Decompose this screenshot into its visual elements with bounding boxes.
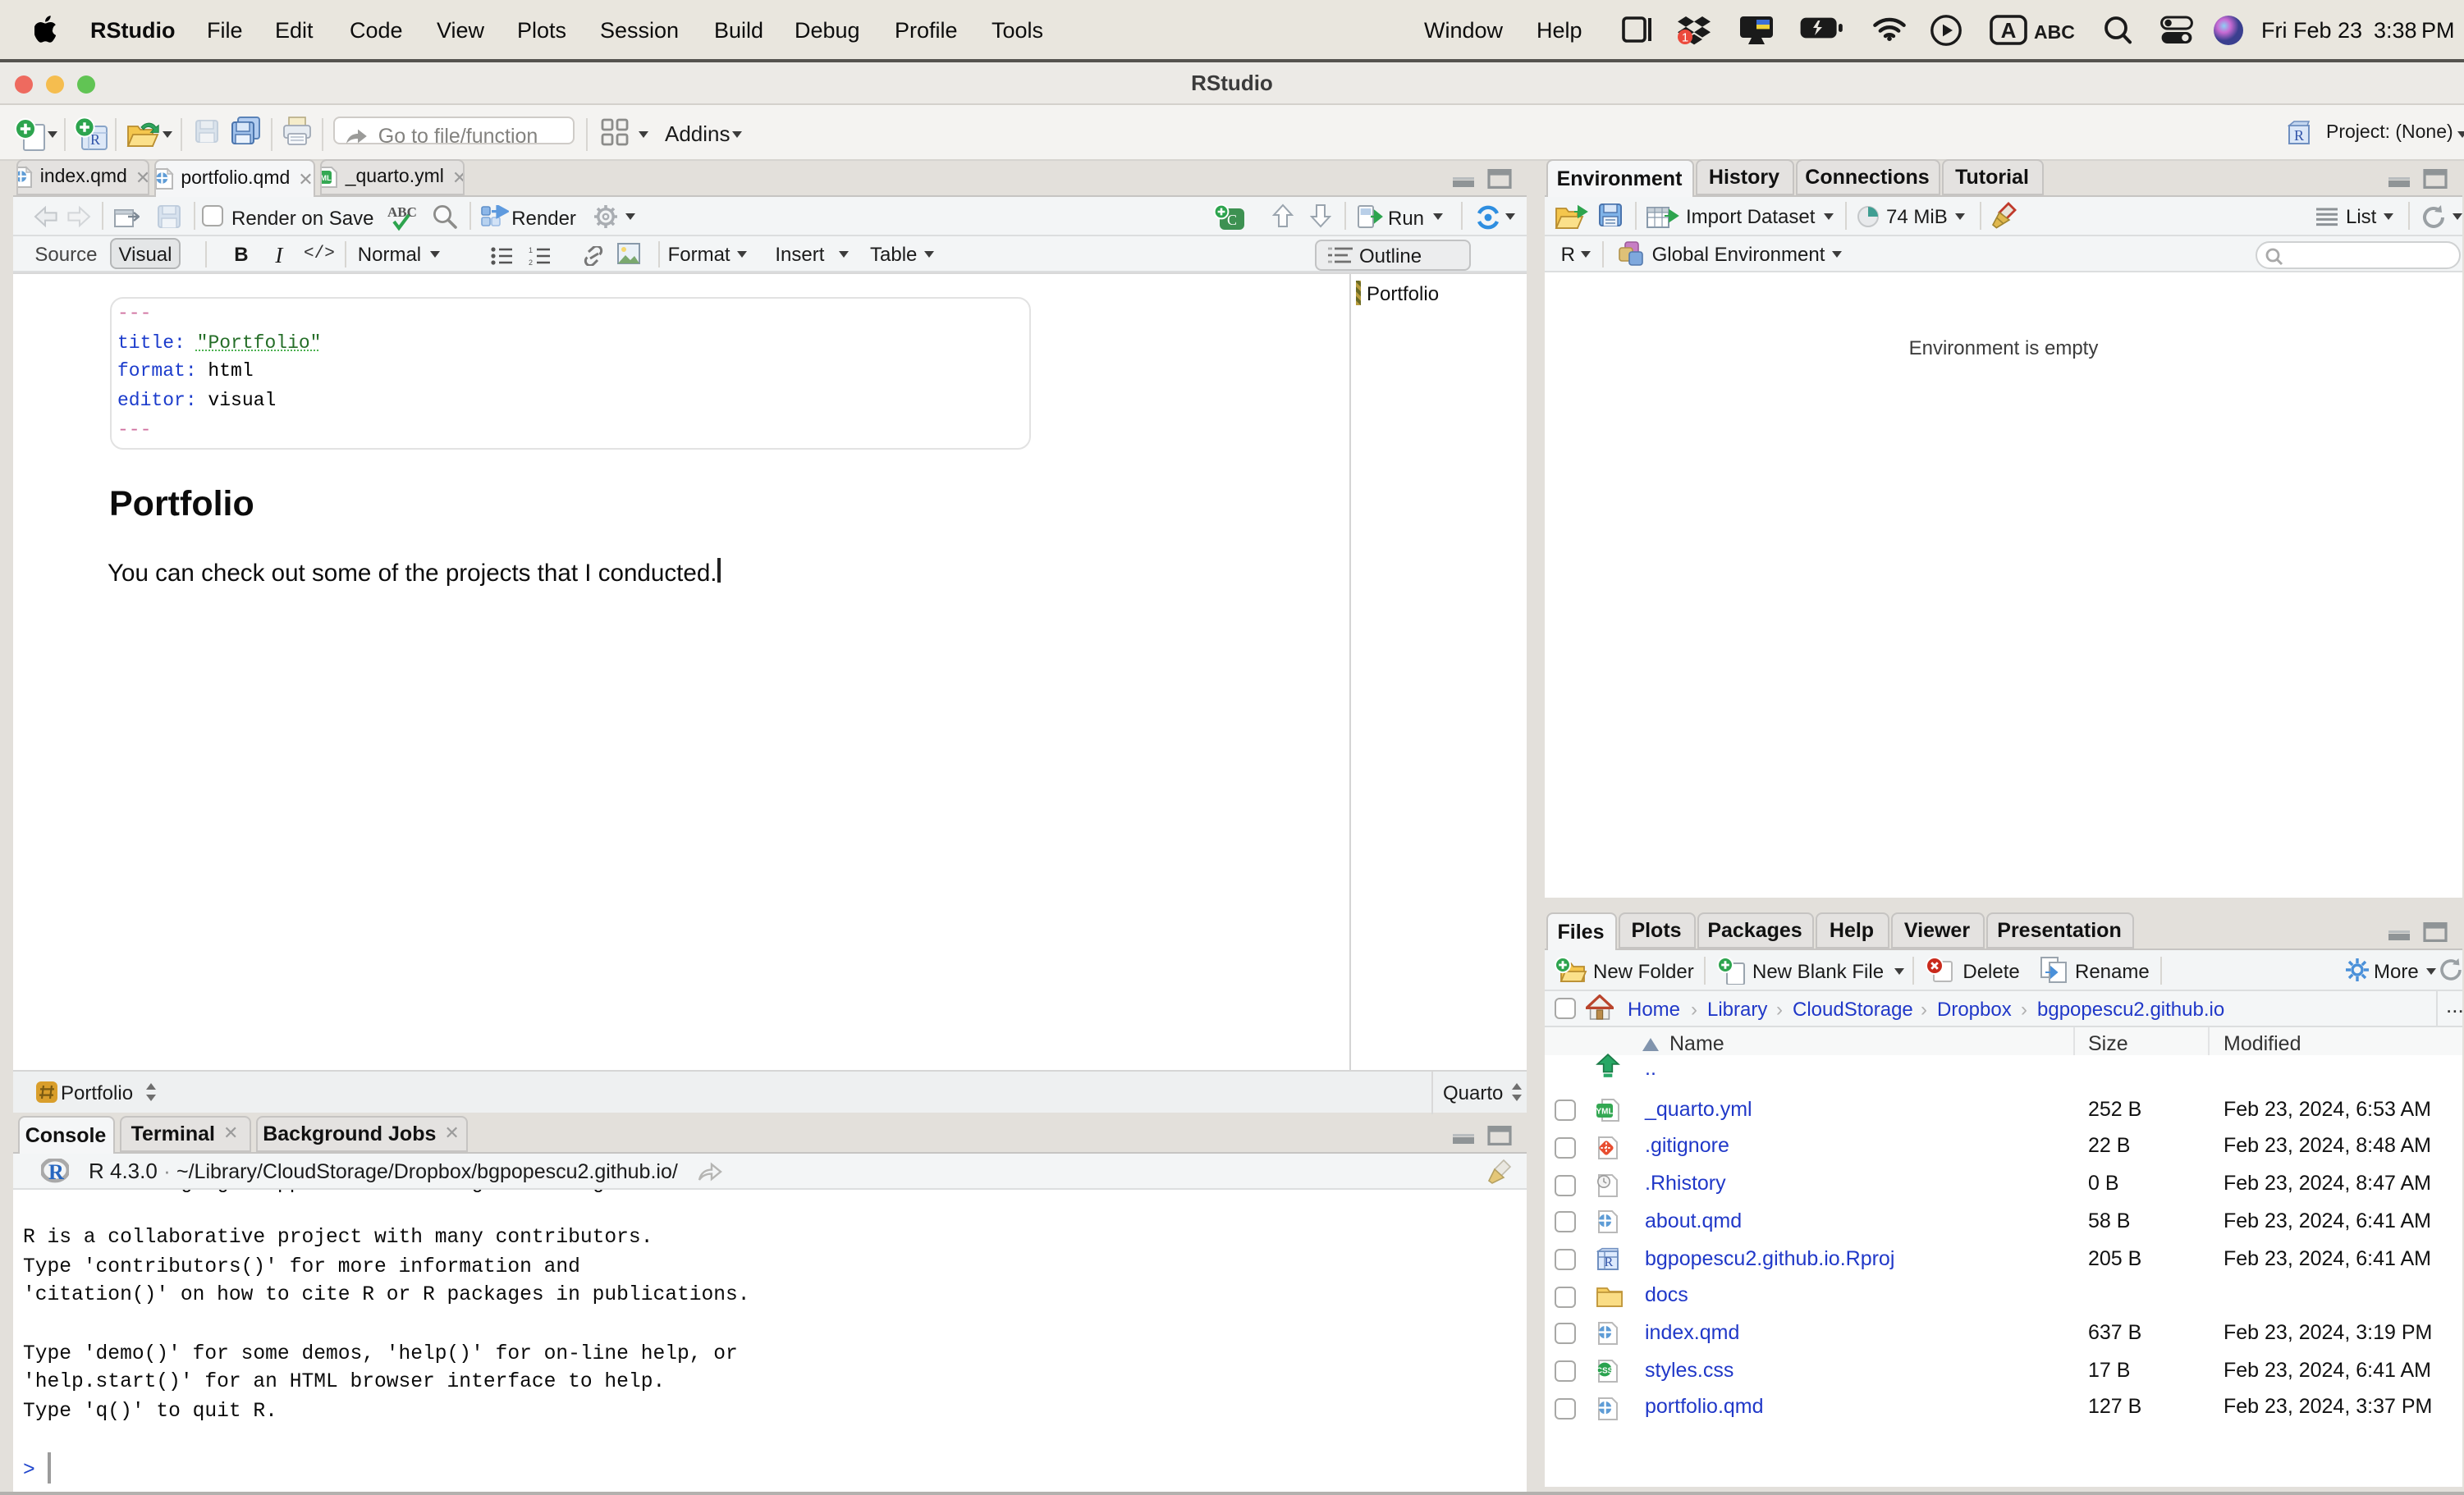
svg-text:ABC: ABC [2034, 21, 2075, 43]
svg-text:1: 1 [529, 245, 533, 254]
svg-text:A: A [2001, 18, 2017, 43]
svg-text:CSS: CSS [1596, 1367, 1614, 1376]
svg-text:ABC: ABC [387, 204, 417, 220]
svg-text:R: R [1605, 1255, 1614, 1269]
svg-text:YML: YML [319, 174, 332, 182]
svg-text:R: R [48, 1159, 64, 1182]
svg-text:R: R [2294, 127, 2304, 144]
svg-text:YML: YML [1596, 1108, 1613, 1117]
svg-text:2: 2 [529, 258, 533, 265]
svg-text:1: 1 [1682, 31, 1688, 45]
